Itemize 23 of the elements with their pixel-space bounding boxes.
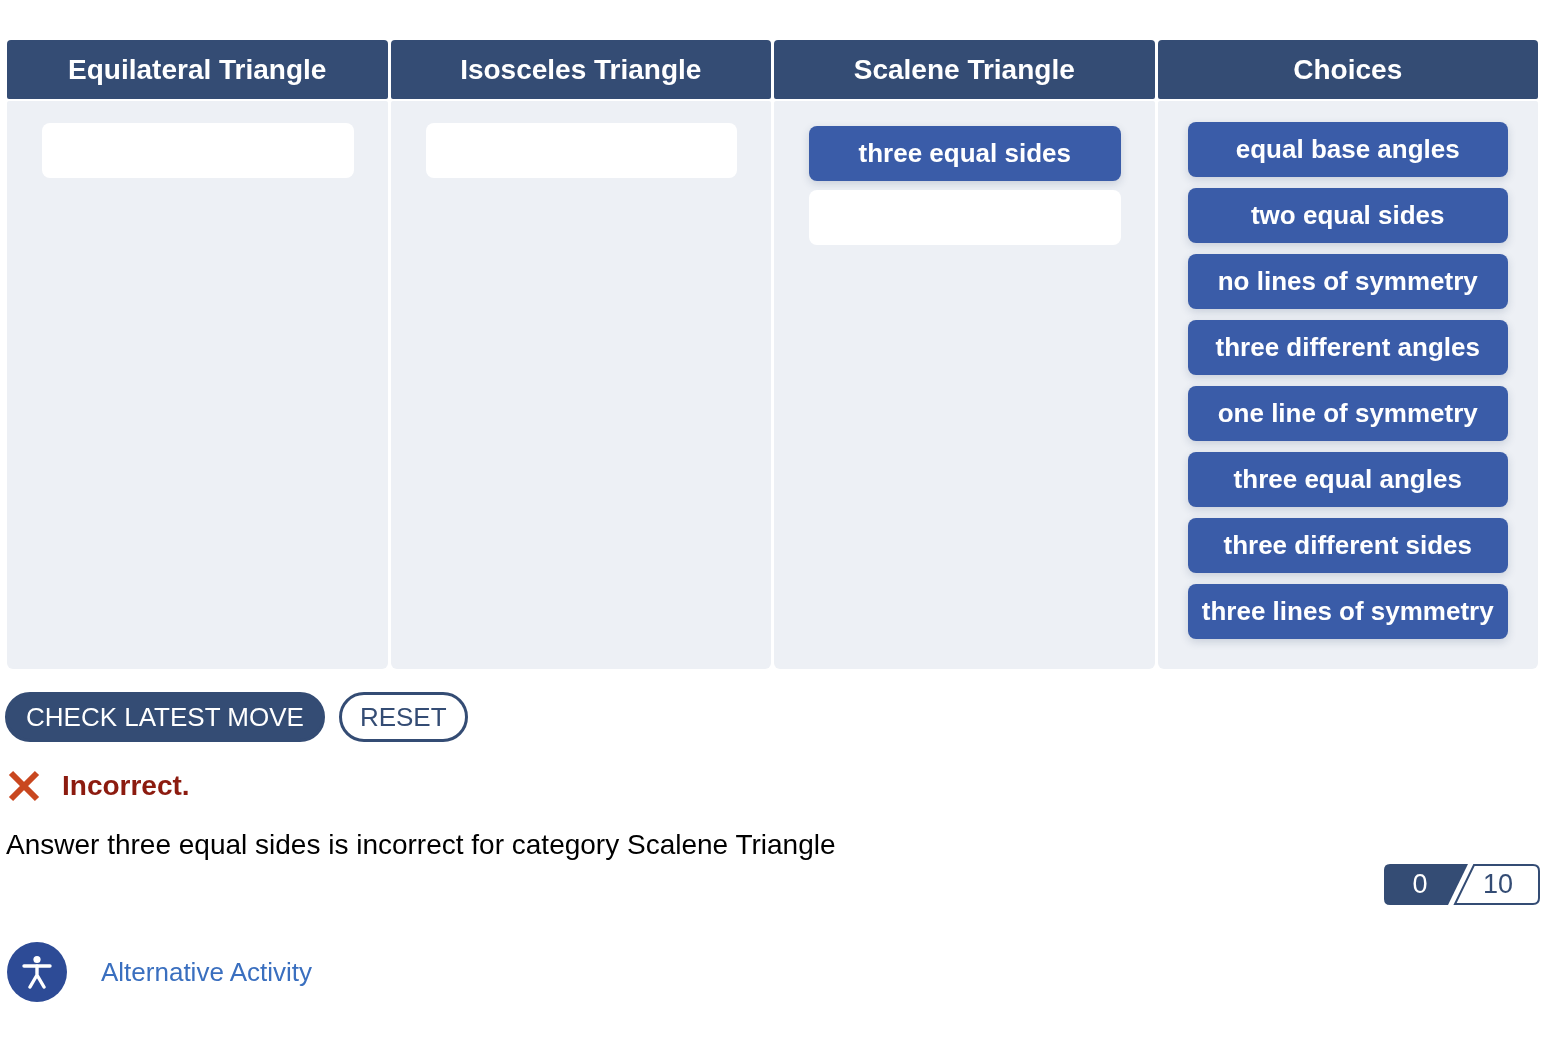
reset-button[interactable]: RESET: [338, 692, 468, 742]
feedback-title: Incorrect.: [62, 770, 190, 802]
answer-card[interactable]: three different sides: [1187, 518, 1508, 573]
accessibility-icon: [22, 955, 52, 989]
alternative-activity-link[interactable]: Alternative Activity: [101, 956, 312, 988]
drop-zone[interactable]: [809, 190, 1121, 245]
category-header: Equilateral Triangle: [7, 40, 388, 99]
answer-card[interactable]: three equal sides: [809, 126, 1121, 181]
accessibility-button[interactable]: [7, 942, 67, 1002]
answer-card[interactable]: no lines of symmetry: [1187, 254, 1508, 309]
score-value: 0: [1411, 868, 1429, 901]
check-button[interactable]: CHECK LATEST MOVE: [5, 692, 325, 742]
feedback-message: Answer three equal sides is incorrect for category Scalene Triangle: [6, 829, 836, 861]
answer-card[interactable]: three equal angles: [1187, 452, 1508, 507]
answer-card[interactable]: one line of symmetry: [1187, 386, 1508, 441]
answer-card[interactable]: three different angles: [1187, 320, 1508, 375]
choices-header: Choices: [1157, 40, 1538, 99]
category-header: Scalene Triangle: [774, 40, 1155, 99]
category-header: Isosceles Triangle: [390, 40, 771, 99]
score-total: 10: [1481, 868, 1514, 901]
answer-card[interactable]: three lines of symmetry: [1187, 584, 1508, 639]
answer-card[interactable]: two equal sides: [1187, 188, 1508, 243]
answer-card[interactable]: equal base angles: [1187, 122, 1508, 177]
